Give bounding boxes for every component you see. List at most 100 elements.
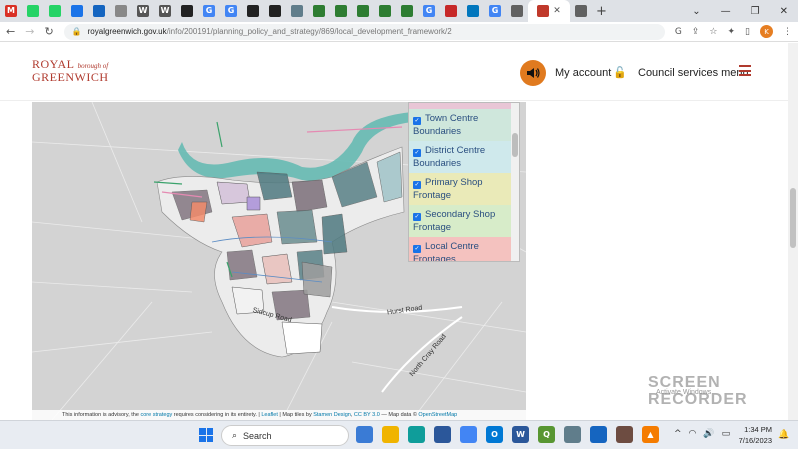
address-bar[interactable]: 🔒 royalgreenwich.gov.uk/info/200191/plan… xyxy=(63,23,665,40)
app-icon[interactable] xyxy=(616,426,633,443)
vlc-icon[interactable]: ▲ xyxy=(642,426,659,443)
bookmark-star-icon[interactable]: ☆ xyxy=(709,27,717,37)
browser-tab[interactable] xyxy=(264,0,286,22)
share-icon[interactable]: ⇪ xyxy=(692,27,700,37)
browser-tab[interactable] xyxy=(44,0,66,22)
file-explorer-icon[interactable] xyxy=(382,426,399,443)
profile-avatar[interactable]: K xyxy=(760,25,773,38)
leaflet-link[interactable]: Leaflet xyxy=(261,412,278,418)
layer-checkbox[interactable]: ✓ xyxy=(413,245,421,253)
cc-by-link[interactable]: CC BY 3.0 xyxy=(354,412,380,418)
tray-chevron-icon[interactable]: ^ xyxy=(674,429,682,439)
layer-control-panel[interactable]: ✓ Town Centre Boundaries ✓ District Centre … xyxy=(408,102,520,262)
stamen-link[interactable]: Stamen Design xyxy=(313,412,351,418)
search-icon: ⌕ xyxy=(232,430,238,440)
edge-icon[interactable] xyxy=(408,426,425,443)
layer-checkbox[interactable]: ✓ xyxy=(413,181,421,189)
browser-tab[interactable] xyxy=(88,0,110,22)
taskbar-search[interactable]: ⌕ Search xyxy=(221,425,349,446)
layer-item[interactable]: ✓ District Centre Boundaries xyxy=(409,141,519,173)
volume-icon[interactable]: 🔊 xyxy=(703,429,714,439)
browser-tab[interactable]: G xyxy=(418,0,440,22)
browser-tab[interactable] xyxy=(110,0,132,22)
browser-tab[interactable]: W xyxy=(132,0,154,22)
browser-tab[interactable] xyxy=(352,0,374,22)
site-icon xyxy=(511,5,523,17)
browser-tab[interactable] xyxy=(440,0,462,22)
sidepanel-icon[interactable]: ▯ xyxy=(745,27,750,37)
gmail-icon: M xyxy=(5,5,17,17)
close-window-icon[interactable]: ✕ xyxy=(780,6,788,17)
chrome-menu-icon[interactable]: ⋮ xyxy=(783,27,792,37)
browser-tab[interactable]: G xyxy=(484,0,506,22)
browser-tab[interactable] xyxy=(462,0,484,22)
new-tab-button[interactable]: + xyxy=(596,4,607,19)
account-lock-icon[interactable]: 🔓 xyxy=(613,66,627,79)
activate-windows-notice: Activate Windows xyxy=(656,389,712,396)
browser-tab[interactable] xyxy=(374,0,396,22)
wifi-icon[interactable]: ◠ xyxy=(689,429,697,439)
notifications-icon[interactable]: 🔔 xyxy=(778,430,789,440)
browser-tab[interactable] xyxy=(330,0,352,22)
extensions-icon[interactable]: ✦ xyxy=(728,27,736,37)
settings-icon[interactable] xyxy=(564,426,581,443)
layer-item[interactable]: ✓ Town Centre Boundaries xyxy=(409,109,519,141)
browser-tab[interactable]: G xyxy=(220,0,242,22)
battery-icon[interactable]: ▭ xyxy=(722,429,731,439)
app-icon[interactable] xyxy=(590,426,607,443)
my-account-link[interactable]: My account xyxy=(555,67,611,79)
minimize-icon[interactable]: — xyxy=(721,6,731,17)
clock-time: 1:34 PM xyxy=(744,425,772,434)
browser-tab[interactable]: W xyxy=(154,0,176,22)
browser-tab[interactable] xyxy=(176,0,198,22)
browser-tab[interactable]: ✕ xyxy=(528,0,570,22)
outlook-icon[interactable]: O xyxy=(486,426,503,443)
close-tab-icon[interactable]: ✕ xyxy=(553,6,561,16)
browser-tab[interactable] xyxy=(308,0,330,22)
browser-tab[interactable] xyxy=(286,0,308,22)
whatsapp-icon xyxy=(27,5,39,17)
site-icon xyxy=(467,5,479,17)
speaker-button[interactable] xyxy=(520,60,546,86)
layer-item[interactable]: ✓ Primary Shop Frontage xyxy=(409,173,519,205)
search-placeholder: Search xyxy=(243,430,272,441)
core-strategy-link[interactable]: core strategy xyxy=(140,412,172,418)
page-scrollbar[interactable] xyxy=(788,43,798,420)
hamburger-menu-icon[interactable] xyxy=(739,65,751,76)
browser-tab[interactable] xyxy=(66,0,88,22)
taskbar-clock[interactable]: 1:34 PM 7/16/2023 xyxy=(736,424,772,446)
council-services-menu-link[interactable]: Council services menu xyxy=(638,67,749,79)
browser-tab[interactable] xyxy=(396,0,418,22)
tab-search-icon[interactable]: ⌄ xyxy=(692,6,700,17)
lock-icon: 🔒 xyxy=(71,27,82,36)
back-button[interactable]: ← xyxy=(6,25,15,38)
word-icon[interactable]: W xyxy=(512,426,529,443)
github-icon xyxy=(269,5,281,17)
windows-start-icon[interactable] xyxy=(199,428,213,442)
openstreetmap-link[interactable]: OpenStreetMap xyxy=(418,412,457,418)
layer-label: Secondary Shop Frontage xyxy=(413,209,496,233)
site-icon xyxy=(379,5,391,17)
layer-item[interactable]: ✓ Secondary Shop Frontage xyxy=(409,205,519,237)
browser-toolbar: ← → ↻ 🔒 royalgreenwich.gov.uk/info/20019… xyxy=(0,22,798,42)
browser-tab[interactable] xyxy=(570,0,592,22)
layer-checkbox[interactable]: ✓ xyxy=(413,117,421,125)
maximize-icon[interactable]: ❐ xyxy=(751,6,760,17)
widget-icon[interactable] xyxy=(356,426,373,443)
browser-tab[interactable]: G xyxy=(198,0,220,22)
reload-button[interactable]: ↻ xyxy=(44,25,53,38)
browser-tab[interactable] xyxy=(506,0,528,22)
layer-item[interactable]: ✓ Local Centre Frontages xyxy=(409,237,519,261)
browser-tab[interactable]: M xyxy=(0,0,22,22)
qgis-icon[interactable]: Q xyxy=(538,426,555,443)
layer-panel-scrollbar[interactable] xyxy=(511,103,519,261)
chrome-icon[interactable] xyxy=(460,426,477,443)
forward-button[interactable]: → xyxy=(25,25,34,38)
store-icon[interactable] xyxy=(434,426,451,443)
layer-checkbox[interactable]: ✓ xyxy=(413,149,421,157)
browser-tab[interactable] xyxy=(22,0,44,22)
google-lens-icon[interactable]: G xyxy=(675,27,682,37)
browser-tab[interactable] xyxy=(242,0,264,22)
royal-greenwich-logo[interactable]: ROYAL borough of GREENWICH xyxy=(32,57,109,85)
layer-checkbox[interactable]: ✓ xyxy=(413,213,421,221)
